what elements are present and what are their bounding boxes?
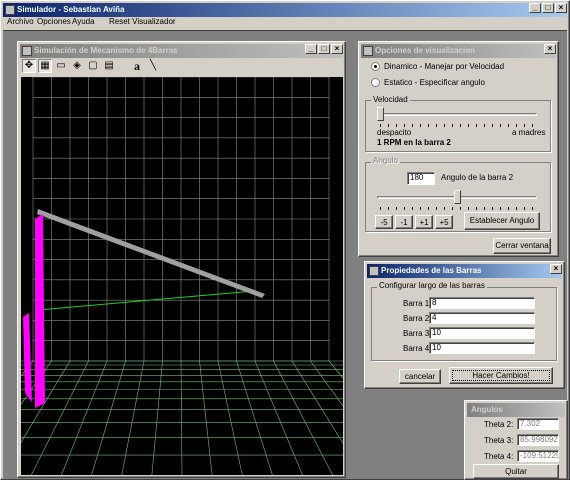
velocity-max-label: a madres bbox=[512, 128, 546, 137]
velocity-ticks bbox=[380, 124, 536, 127]
maximize-button[interactable]: □ bbox=[542, 3, 554, 13]
angles-title: Angulos bbox=[471, 405, 503, 414]
angle-minus1-button[interactable]: -1 bbox=[395, 215, 413, 229]
radio-dynamic-label[interactable]: Dinamico - Manejar por Velocidad bbox=[384, 62, 504, 71]
cancel-button[interactable]: cancelar bbox=[399, 369, 441, 384]
velocity-min-label: despacito bbox=[377, 128, 412, 137]
menu-ayuda[interactable]: Ayuda bbox=[72, 17, 95, 26]
text-icon[interactable]: a bbox=[130, 59, 144, 73]
theta3-label: Theta 3: bbox=[484, 436, 514, 445]
line-icon[interactable]: ╲ bbox=[146, 59, 160, 73]
main-title-bar[interactable]: Simulador - Sebastian Aviña bbox=[3, 3, 567, 17]
close-window-button[interactable]: Cerrar ventana bbox=[493, 238, 551, 254]
angle-ticks bbox=[380, 207, 536, 210]
set-angle-button[interactable]: Establecer Angulo bbox=[464, 212, 540, 230]
bar-properties-window: Propiedades de las Barras × Configurar l… bbox=[364, 261, 565, 389]
options-title-bar[interactable]: Opciones de visualizacion bbox=[361, 44, 556, 58]
menu-bar: Archivo Opciones Ayuda Reset Visualizado… bbox=[3, 17, 563, 29]
app-icon bbox=[5, 5, 15, 15]
velocity-slider-thumb[interactable] bbox=[377, 107, 384, 121]
frame2-icon[interactable]: ▢ bbox=[86, 59, 100, 73]
simulation-canvas[interactable] bbox=[21, 77, 343, 475]
angle-field-label: Angulo de la barra 2 bbox=[441, 173, 514, 182]
theta2-field: 7.302 bbox=[517, 418, 559, 430]
bar-properties-title-bar[interactable]: Propiedades de las Barras bbox=[367, 264, 562, 278]
grid-icon[interactable]: ▦ bbox=[38, 59, 52, 73]
bar1-label: Barra 1 bbox=[403, 299, 430, 308]
simulation-title: Simulación de Mecanismo de 4Barras bbox=[34, 46, 178, 55]
angle-plus5-button[interactable]: +5 bbox=[435, 215, 453, 229]
angle-slider-thumb[interactable] bbox=[453, 190, 461, 204]
sim-close-button[interactable]: × bbox=[331, 44, 343, 54]
angle-plus1-button[interactable]: +1 bbox=[415, 215, 433, 229]
options-icon bbox=[363, 46, 373, 56]
simulation-title-bar[interactable]: Simulación de Mecanismo de 4Barras bbox=[20, 44, 343, 58]
radio-dynamic[interactable] bbox=[371, 62, 380, 71]
bar3-input[interactable]: 10 bbox=[429, 327, 535, 339]
options-window: Opciones de visualizacion × Dinamico - M… bbox=[358, 41, 559, 257]
sim-maximize-button[interactable]: □ bbox=[318, 44, 330, 54]
velocity-readout: 1 RPM en la barra 2 bbox=[377, 138, 451, 147]
bar-lengths-label: Configurar largo de las barras bbox=[377, 281, 487, 290]
bar1-input[interactable]: 8 bbox=[429, 297, 535, 309]
menu-archivo[interactable]: Archivo bbox=[7, 17, 34, 26]
theta2-label: Theta 2: bbox=[484, 420, 514, 429]
sim-toolbar: ✥ ▦ ▭ ◈ ▢ ▤ a ╲ bbox=[22, 59, 342, 75]
paint-bucket-icon[interactable]: ◈ bbox=[70, 59, 84, 73]
angles-window: Angulos Theta 2: 7.302 Theta 3: 85.99809… bbox=[464, 400, 568, 480]
angle-minus5-button[interactable]: -5 bbox=[375, 215, 393, 229]
bar-properties-title: Propiedades de las Barras bbox=[381, 266, 482, 275]
quit-button[interactable]: Quitar bbox=[473, 464, 559, 479]
sim-minimize-button[interactable]: _ bbox=[305, 44, 317, 54]
radio-static[interactable] bbox=[371, 78, 380, 87]
angles-title-bar[interactable]: Angulos bbox=[467, 403, 565, 417]
menu-opciones[interactable]: Opciones bbox=[37, 17, 71, 26]
options-title: Opciones de visualizacion bbox=[375, 46, 476, 55]
frame-icon[interactable]: ▭ bbox=[54, 59, 68, 73]
bar3-label: Barra 3 bbox=[403, 329, 430, 338]
minimize-button[interactable]: _ bbox=[529, 3, 541, 13]
bar4-label: Barra 4 bbox=[403, 344, 430, 353]
apply-changes-button[interactable]: Hacer Cambios! bbox=[449, 367, 553, 384]
angle-label: Angulo bbox=[371, 156, 400, 165]
bar2-label: Barra 2 bbox=[403, 314, 430, 323]
velocity-track[interactable] bbox=[377, 113, 537, 116]
sim-icon bbox=[22, 46, 32, 56]
close-button[interactable]: × bbox=[555, 3, 567, 13]
props-close-button[interactable]: × bbox=[550, 264, 562, 274]
angle-input[interactable]: 180 bbox=[407, 172, 435, 185]
move-icon[interactable]: ✥ bbox=[22, 59, 36, 73]
menu-reset-visualizador[interactable]: Reset Visualizador bbox=[109, 17, 176, 26]
bar2-input[interactable]: 4 bbox=[429, 312, 535, 324]
theta4-label: Theta 4: bbox=[484, 452, 514, 461]
app-title: Simulador - Sebastian Aviña bbox=[17, 5, 125, 14]
props-icon bbox=[369, 266, 379, 276]
velocity-label: Velocidad bbox=[371, 95, 410, 104]
options-close-button[interactable]: × bbox=[544, 44, 556, 54]
theta3-field: 85.998092€ bbox=[517, 434, 559, 446]
colors-icon[interactable]: ▤ bbox=[102, 59, 116, 73]
radio-static-label[interactable]: Estatico - Especificar angulo bbox=[384, 78, 485, 87]
simulation-window: Simulación de Mecanismo de 4Barras _ □ ×… bbox=[17, 41, 346, 478]
bar4-input[interactable]: 10 bbox=[429, 342, 535, 354]
theta4-field: -109.512259 bbox=[517, 450, 559, 462]
